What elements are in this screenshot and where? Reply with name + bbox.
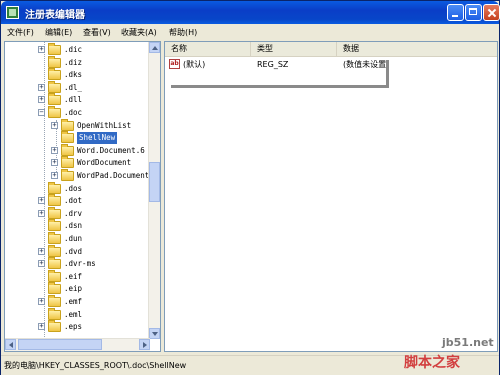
folder-icon: [48, 320, 61, 333]
folder-icon: [61, 156, 74, 169]
expand-icon[interactable]: +: [38, 197, 45, 205]
folder-icon: [48, 106, 61, 118]
folder-icon: [61, 118, 74, 131]
watermark-site: jb51.net: [442, 336, 494, 349]
scroll-up-button[interactable]: [149, 42, 160, 53]
menu-favorites[interactable]: 收藏夹(A): [121, 27, 157, 38]
tree-node-label: OpenWithList: [77, 120, 132, 130]
tree-node-label: .dsn: [64, 221, 83, 231]
list-header: 名称 类型 数据: [165, 42, 497, 57]
folder-icon: [48, 93, 61, 106]
registry-editor-window: 注册表编辑器 文件(F) 编辑(E) 查看(V) 收藏夹(A) 帮助(H) +.…: [0, 0, 500, 375]
status-path: 我的电脑\HKEY_CLASSES_ROOT\.doc\ShellNew: [4, 361, 187, 370]
tree-node-label: .eps: [64, 322, 83, 332]
expand-icon[interactable]: +: [51, 172, 58, 179]
registry-editor-icon: [6, 6, 19, 19]
tree-node-label: .diz: [64, 57, 83, 67]
expand-icon[interactable]: +: [38, 298, 45, 305]
tree-node-label: .emf: [64, 297, 83, 306]
folder-icon: [61, 169, 74, 181]
folder-icon: [48, 219, 61, 232]
minimize-button[interactable]: [447, 4, 464, 21]
folder-icon: [61, 131, 74, 144]
folder-icon: [48, 257, 61, 270]
expand-icon[interactable]: +: [38, 247, 45, 255]
tree-node-label: .dic: [64, 45, 83, 54]
folder-icon: [48, 206, 61, 219]
expand-icon[interactable]: +: [38, 83, 45, 91]
tree-node-label: Word.Document.6: [77, 145, 145, 155]
scroll-down-button[interactable]: [149, 328, 160, 339]
scroll-left-button[interactable]: [5, 339, 16, 350]
expand-icon[interactable]: +: [38, 323, 45, 331]
tree-node-label: .dvd: [64, 246, 83, 256]
folder-icon: [48, 194, 61, 207]
folder-icon: [61, 143, 74, 156]
menu-bar: 文件(F) 编辑(E) 查看(V) 收藏夹(A) 帮助(H): [1, 25, 499, 40]
tree-node-label: .dot: [64, 196, 83, 206]
tree-node-label: .dos: [64, 183, 83, 193]
folder-icon: [48, 232, 61, 244]
tree-node-label: .dvr-ms: [64, 259, 96, 269]
maximize-button[interactable]: [465, 4, 482, 21]
folder-icon: [48, 282, 61, 295]
column-type[interactable]: 类型: [251, 42, 337, 56]
folder-icon: [48, 295, 61, 307]
tree-vertical-scrollbar[interactable]: [148, 42, 160, 339]
folder-icon: [48, 43, 61, 55]
folder-icon: [48, 244, 61, 257]
expand-icon[interactable]: +: [51, 121, 58, 129]
folder-icon: [48, 269, 61, 282]
tree-node-label: .doc: [64, 108, 83, 117]
watermark-brand: 脚本之家: [404, 355, 460, 371]
drag-shadow-box: [171, 60, 389, 88]
column-name[interactable]: 名称: [165, 42, 251, 56]
tree-node-label: .dll: [64, 95, 83, 105]
scroll-right-button[interactable]: [139, 339, 150, 350]
tree-node-label: WordPad.Document.: [77, 171, 154, 180]
window-title: 注册表编辑器: [25, 10, 85, 21]
close-button[interactable]: [483, 4, 500, 21]
tree-node-label: .drv: [64, 208, 83, 218]
tree-node-label: .eip: [64, 284, 83, 294]
tree-node-label: ShellNew: [77, 132, 118, 145]
folder-icon: [48, 68, 61, 81]
tree-node-label: WordDocument: [77, 158, 132, 168]
folder-icon: [48, 307, 61, 320]
expand-icon[interactable]: +: [38, 96, 45, 104]
expand-icon[interactable]: +: [38, 260, 45, 268]
expand-icon[interactable]: +: [51, 159, 58, 167]
horizontal-scroll-thumb[interactable]: [18, 339, 102, 350]
tree-node-label: .eml: [64, 309, 83, 319]
title-bar[interactable]: 注册表编辑器: [1, 1, 500, 24]
expand-icon[interactable]: +: [38, 209, 45, 217]
column-data[interactable]: 数据: [337, 42, 497, 56]
folder-icon: [48, 80, 61, 93]
folder-icon: [48, 55, 61, 68]
registry-key-tree[interactable]: + .dic .diz .dks + .dl_ + .dll − .doc + OpenWithLis…: [4, 41, 161, 352]
tree-node-label: .dl_: [64, 82, 83, 92]
menu-edit[interactable]: 编辑(E): [45, 27, 72, 38]
menu-view[interactable]: 查看(V): [83, 27, 111, 38]
expand-icon[interactable]: +: [38, 46, 45, 53]
menu-file[interactable]: 文件(F): [7, 27, 34, 38]
tree-node-label: .dun: [64, 234, 83, 243]
tree-node-label: .dks: [64, 70, 83, 80]
collapse-icon[interactable]: −: [38, 109, 45, 116]
expand-icon[interactable]: +: [51, 146, 58, 154]
tree-node-label: .eif: [64, 271, 83, 281]
menu-help[interactable]: 帮助(H): [169, 27, 197, 38]
tree-horizontal-scrollbar[interactable]: [5, 338, 150, 351]
scroll-thumb[interactable]: [149, 162, 160, 202]
folder-icon: [48, 181, 61, 194]
